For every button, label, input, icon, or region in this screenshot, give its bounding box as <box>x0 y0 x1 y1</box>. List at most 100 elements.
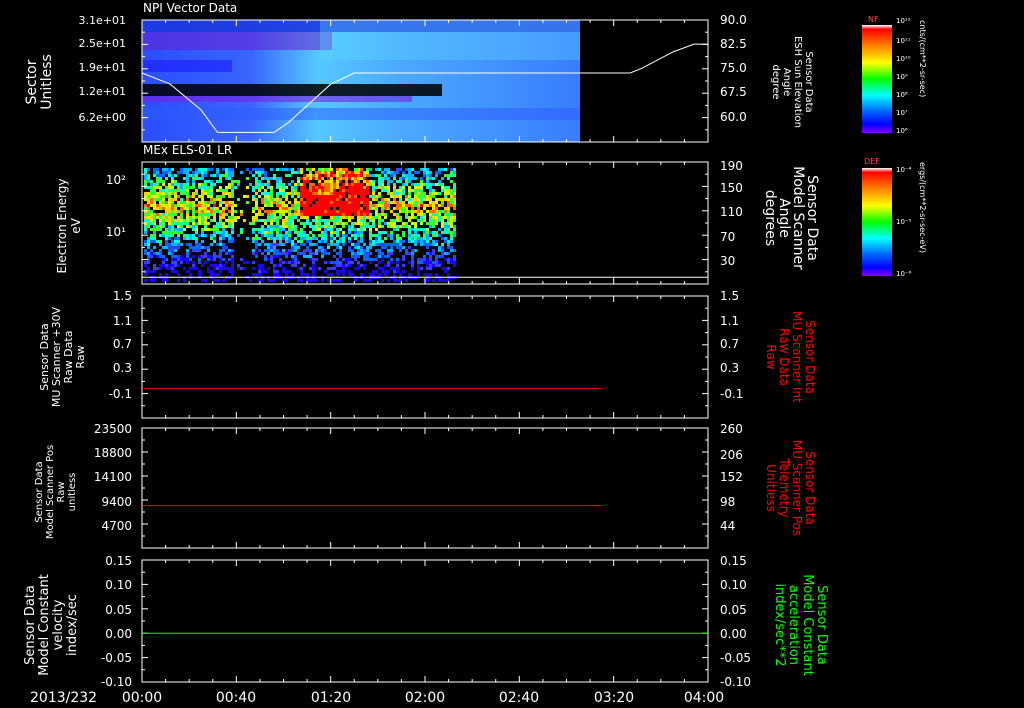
y-tick-label: -0.10 <box>101 675 132 689</box>
spectrogram-cell <box>324 207 327 210</box>
spectrogram-cell <box>411 222 414 225</box>
spectrogram-cell <box>144 252 147 255</box>
spectrogram-cell <box>177 186 180 189</box>
spectrogram-cell <box>300 222 303 225</box>
spectrogram-cell <box>417 201 420 204</box>
spectrogram-cell <box>339 213 342 216</box>
spectrogram-cell <box>183 189 186 192</box>
spectrogram-cell <box>417 204 420 207</box>
spectrogram-cell <box>336 252 339 255</box>
spectrogram-cell <box>153 240 156 243</box>
y2-axis-label-line: Sensor Data <box>814 585 829 665</box>
spectrogram-cell <box>207 195 210 198</box>
spectrogram-cell <box>159 192 162 195</box>
spectrogram-cell <box>375 207 378 210</box>
spectrogram-cell <box>390 171 393 174</box>
spectrogram-cell <box>417 219 420 222</box>
spectrogram-cell <box>291 186 294 189</box>
spectrogram-cell <box>165 195 168 198</box>
spectrogram-cell <box>399 186 402 189</box>
spectrogram-cell <box>216 189 219 192</box>
spectrogram-cell <box>363 210 366 213</box>
spectrogram-cell <box>258 180 261 183</box>
spectrogram-cell <box>276 183 279 186</box>
spectrogram-cell <box>267 279 270 282</box>
spectrogram-cell <box>159 267 162 270</box>
time-ticks <box>141 161 709 285</box>
spectrogram-cell <box>372 258 375 261</box>
spectrogram-cell <box>414 171 417 174</box>
spectrogram-cell <box>318 189 321 192</box>
spectrogram-cell <box>453 255 456 258</box>
spectrogram-cell <box>213 174 216 177</box>
spectrogram-cell <box>186 186 189 189</box>
spectrogram-cell <box>351 216 354 219</box>
spectrogram-cell <box>330 231 333 234</box>
spectrogram-cell <box>207 258 210 261</box>
spectrogram-cell <box>366 171 369 174</box>
spectrogram-cell <box>321 207 324 210</box>
spectrogram-cell <box>360 216 363 219</box>
colorbar-tick: 10⁹ <box>896 73 908 81</box>
spectrogram-cell <box>231 225 234 228</box>
spectrogram-cell <box>423 198 426 201</box>
spectrogram-cell <box>207 201 210 204</box>
spectrogram-cell <box>414 240 417 243</box>
spectrogram-cell <box>306 201 309 204</box>
spectrogram-cell <box>381 198 384 201</box>
spectrogram-cell <box>342 216 345 219</box>
spectrogram-cell <box>294 216 297 219</box>
spectrogram-cell <box>294 258 297 261</box>
spectrogram-cell <box>222 189 225 192</box>
spectrogram-cell <box>411 189 414 192</box>
spectrogram-cell <box>441 201 444 204</box>
spectrogram-cell <box>423 237 426 240</box>
spectrogram-cell <box>300 204 303 207</box>
spectrogram-cell <box>318 219 321 222</box>
spectrogram-cell <box>264 243 267 246</box>
spectrogram-cell <box>333 225 336 228</box>
spectrogram-cell <box>285 216 288 219</box>
spectrogram-cell <box>381 243 384 246</box>
spectrogram-cell <box>345 201 348 204</box>
colorbar-gradient <box>862 25 892 133</box>
spectrogram-cell <box>174 213 177 216</box>
spectrogram-cell <box>219 234 222 237</box>
spectrogram-cell <box>222 237 225 240</box>
spectrogram-cell <box>450 249 453 252</box>
spectrogram-cell <box>450 180 453 183</box>
spectrogram-cell <box>300 216 303 219</box>
spectrogram-cell <box>186 201 189 204</box>
spectrogram-cell <box>312 234 315 237</box>
spectrogram-cell <box>360 201 363 204</box>
spectrogram-cell <box>453 231 456 234</box>
spectrogram-cell <box>252 240 255 243</box>
spectrogram-cell <box>318 222 321 225</box>
spectrogram-cell <box>432 204 435 207</box>
spectrogram-cell <box>300 201 303 204</box>
spectrogram-cell <box>378 213 381 216</box>
spectrogram-cell <box>291 273 294 276</box>
spectrogram-cell <box>231 231 234 234</box>
spectrogram-cell <box>330 213 333 216</box>
spectrogram-cell <box>315 207 318 210</box>
spectrogram-cell <box>450 231 453 234</box>
spectrogram-cell <box>309 186 312 189</box>
spectrogram-cell <box>351 222 354 225</box>
spectrogram-cell <box>168 186 171 189</box>
spectrogram-cell <box>309 201 312 204</box>
spectrogram-cell <box>405 207 408 210</box>
spectrogram-cell <box>336 246 339 249</box>
spectrogram-cell <box>279 237 282 240</box>
spectrogram-cell <box>300 177 303 180</box>
spectrogram-cell <box>162 258 165 261</box>
spectrogram-cell <box>387 252 390 255</box>
spectrogram-cell <box>168 183 171 186</box>
spectrogram-cell <box>402 258 405 261</box>
spectrogram-cell <box>336 204 339 207</box>
spectrogram-cell <box>192 246 195 249</box>
spectrogram-cell <box>342 192 345 195</box>
spectrogram-cell <box>363 213 366 216</box>
y-tick-label: 10¹ <box>106 225 126 239</box>
spectrogram-cell <box>360 252 363 255</box>
